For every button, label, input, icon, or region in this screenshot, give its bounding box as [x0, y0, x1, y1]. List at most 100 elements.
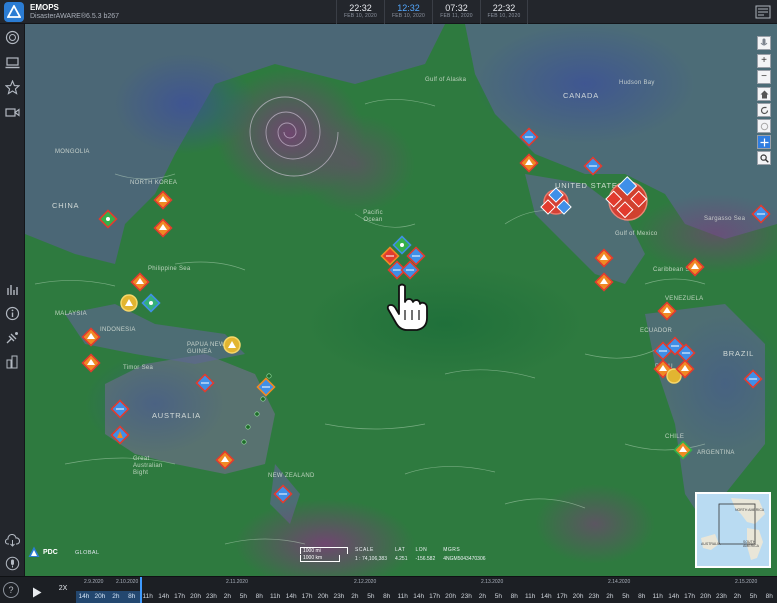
timeline-hour[interactable]: 17h: [172, 591, 188, 603]
timeline-hour[interactable]: 17h: [554, 591, 570, 603]
hazard-marker[interactable]: [141, 293, 161, 313]
timeline-hour[interactable]: 11h: [395, 591, 411, 603]
timeline-hour[interactable]: 17h: [427, 591, 443, 603]
app-logo[interactable]: [4, 1, 24, 22]
timeline-hour[interactable]: 20h: [698, 591, 714, 603]
info-icon[interactable]: [3, 304, 22, 323]
timeline-hour[interactable]: 20h: [315, 591, 331, 603]
timeline-hour[interactable]: 8h: [123, 591, 140, 603]
timeline-hour[interactable]: 5h: [745, 591, 761, 603]
hazard-marker[interactable]: [153, 218, 173, 238]
timeline-hour[interactable]: 23h: [459, 591, 475, 603]
timeline-hour[interactable]: 23h: [586, 591, 602, 603]
timeline-hour[interactable]: 23h: [331, 591, 347, 603]
hazard-marker[interactable]: [110, 399, 130, 419]
play-button[interactable]: [24, 581, 50, 603]
timeline-hour[interactable]: 8h: [761, 591, 777, 603]
hazard-marker[interactable]: [594, 272, 614, 292]
timeline-hour[interactable]: 5h: [235, 591, 251, 603]
globe-icon[interactable]: [3, 28, 22, 47]
hazard-marker[interactable]: [673, 440, 693, 460]
star-icon[interactable]: [3, 78, 22, 97]
hazard-marker[interactable]: [583, 156, 603, 176]
hazard-marker[interactable]: [153, 190, 173, 210]
hazard-marker[interactable]: [685, 257, 705, 277]
timeline-hour[interactable]: 11h: [650, 591, 666, 603]
timeline-hour[interactable]: 23h: [204, 591, 220, 603]
timeline-hour[interactable]: 5h: [490, 591, 506, 603]
clock-2[interactable]: 12:32 FEB 10, 2020: [384, 0, 432, 24]
hazard-marker[interactable]: [605, 176, 648, 221]
zoom-in-button[interactable]: +: [757, 54, 771, 68]
playback-speed[interactable]: 2X: [52, 585, 74, 592]
hazard-marker[interactable]: [195, 373, 215, 393]
timeline-hour[interactable]: 20h: [570, 591, 586, 603]
timeline-hour[interactable]: 14h: [411, 591, 427, 603]
timeline-hour[interactable]: 2h: [474, 591, 490, 603]
timeline-hour[interactable]: 5h: [618, 591, 634, 603]
timeline-hour[interactable]: 14h: [666, 591, 682, 603]
city-icon[interactable]: [3, 352, 22, 371]
clock-4[interactable]: 22:32 FEB 10, 2020: [480, 0, 528, 24]
hazard-marker[interactable]: [130, 272, 150, 292]
reset-view-button[interactable]: [757, 119, 771, 133]
hazard-marker[interactable]: [215, 450, 235, 470]
hazard-marker[interactable]: [256, 377, 276, 397]
clock-1[interactable]: 22:32 FEB 10, 2020: [336, 0, 384, 24]
help-button[interactable]: ?: [3, 582, 19, 598]
hazard-marker[interactable]: [223, 336, 241, 354]
chart-icon[interactable]: [3, 280, 22, 299]
timeline-hours[interactable]: 14h 20h 2h 8h 11h 14h 17h 20h 23h 2h 5h 8h 11h 14h 17h…: [76, 591, 777, 603]
hazard-marker[interactable]: [743, 369, 763, 389]
hazard-marker[interactable]: [392, 235, 412, 255]
video-icon[interactable]: [3, 103, 22, 122]
hazard-marker[interactable]: [81, 327, 101, 347]
timeline-hour[interactable]: 11h: [267, 591, 283, 603]
timeline-hour[interactable]: 14h: [76, 591, 92, 603]
home-button[interactable]: [757, 87, 771, 101]
cloud-download-icon[interactable]: [3, 531, 22, 550]
timeline-hour[interactable]: 14h: [156, 591, 172, 603]
hazard-marker[interactable]: [519, 127, 539, 147]
timeline-hour[interactable]: 20h: [188, 591, 204, 603]
hazard-marker[interactable]: [110, 425, 130, 445]
timeline-hour[interactable]: 23h: [714, 591, 730, 603]
timeline-hour[interactable]: 14h: [538, 591, 554, 603]
timeline-hour[interactable]: 11h: [140, 591, 156, 603]
timeline-playhead[interactable]: [140, 577, 142, 603]
timeline-hour[interactable]: 20h: [443, 591, 459, 603]
timeline-hour[interactable]: 11h: [522, 591, 538, 603]
timeline-hour[interactable]: 2h: [729, 591, 745, 603]
layers-icon[interactable]: [3, 53, 22, 72]
overview-minimap[interactable]: NORTH AMERICA SOUTH AMERICA AUSTRALIA: [695, 492, 771, 568]
microphone-icon[interactable]: [3, 554, 22, 573]
hazard-marker[interactable]: [594, 248, 614, 268]
timeline-hour[interactable]: 5h: [363, 591, 379, 603]
timeline-hour[interactable]: 8h: [379, 591, 395, 603]
timeline-hour[interactable]: 20h: [91, 591, 108, 603]
satellite-icon[interactable]: [3, 328, 22, 347]
timeline-hour[interactable]: 8h: [506, 591, 522, 603]
panel-menu-button[interactable]: [753, 2, 773, 22]
hazard-marker[interactable]: [657, 301, 677, 321]
timeline-hour[interactable]: 8h: [634, 591, 650, 603]
timeline-hour[interactable]: 17h: [299, 591, 315, 603]
timeline-hour[interactable]: 14h: [283, 591, 299, 603]
hazard-marker[interactable]: [273, 484, 293, 504]
clock-3[interactable]: 07:32 FEB 11, 2020: [432, 0, 480, 24]
refresh-button[interactable]: [757, 103, 771, 117]
hazard-marker[interactable]: [120, 294, 138, 312]
hazard-marker[interactable]: [98, 209, 118, 229]
hazard-marker[interactable]: [81, 353, 101, 373]
hazard-marker[interactable]: [540, 187, 572, 215]
hazard-marker[interactable]: [519, 153, 539, 173]
timeline-hour[interactable]: 2h: [347, 591, 363, 603]
zoom-out-button[interactable]: −: [757, 70, 771, 84]
voice-search-button[interactable]: [757, 36, 771, 50]
timeline-hour[interactable]: 2h: [219, 591, 235, 603]
locate-button[interactable]: [757, 135, 771, 149]
timeline-hour[interactable]: 8h: [251, 591, 267, 603]
timeline-hour[interactable]: 2h: [107, 591, 124, 603]
hazard-marker[interactable]: [751, 204, 771, 224]
timeline-hour[interactable]: 2h: [602, 591, 618, 603]
